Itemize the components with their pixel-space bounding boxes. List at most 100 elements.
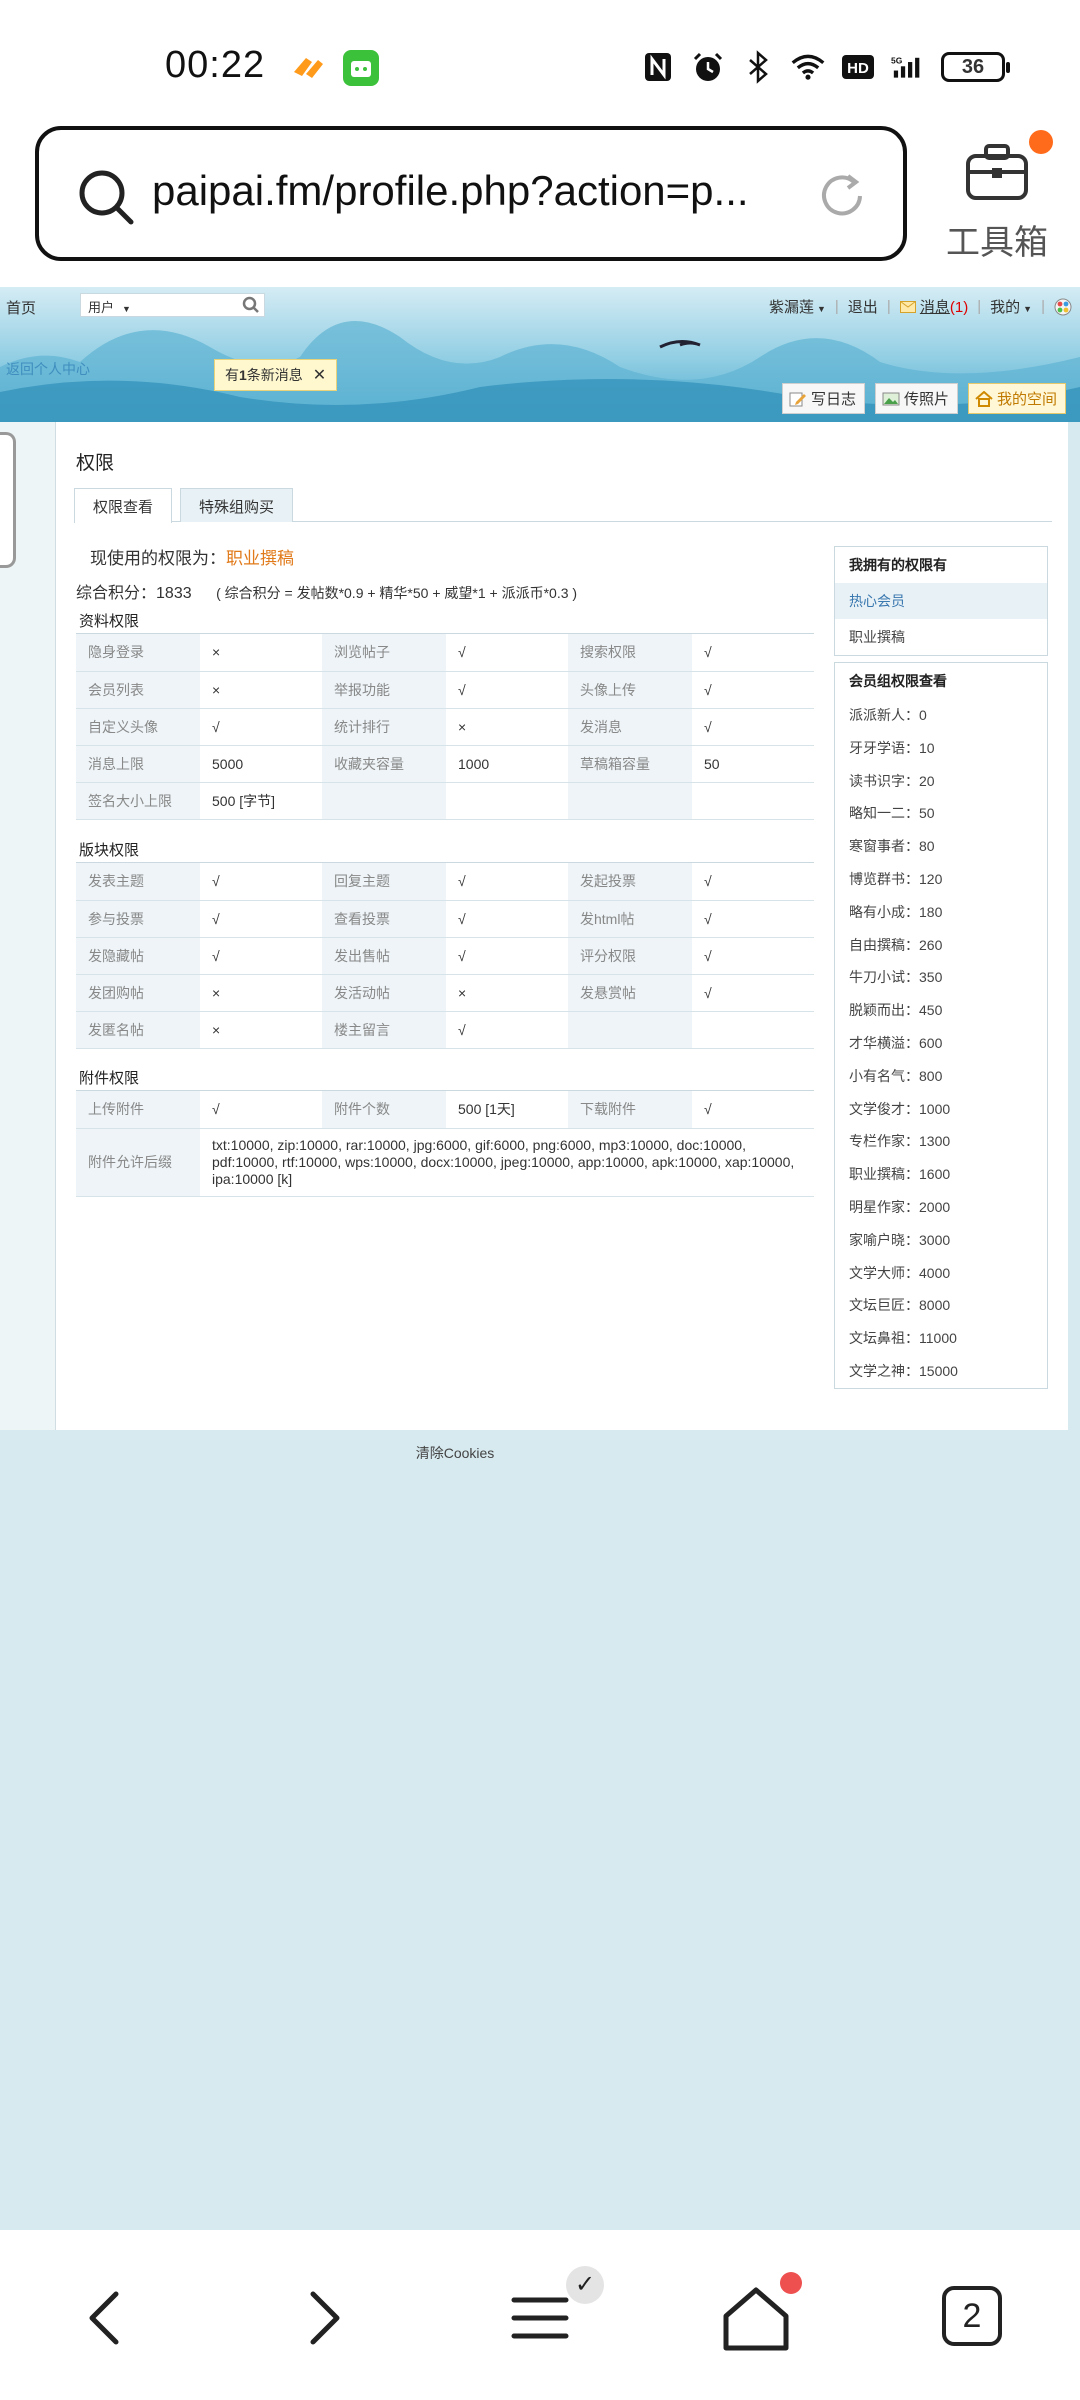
perm-key: 头像上传 bbox=[568, 671, 692, 709]
back-icon[interactable] bbox=[66, 2278, 146, 2358]
new-message-notice[interactable]: 有1条新消息 ✕ bbox=[214, 359, 338, 391]
nav-home-link[interactable]: 首页 bbox=[6, 297, 36, 318]
messages-link[interactable]: 消息(1) bbox=[899, 296, 968, 317]
perm-value: √ bbox=[200, 900, 322, 938]
address-bar[interactable]: paipai.fm/profile.php?action=p... bbox=[35, 126, 907, 261]
username: 紫漏莲 bbox=[768, 299, 814, 316]
reload-icon[interactable] bbox=[814, 168, 870, 224]
perm-key bbox=[568, 1011, 692, 1049]
chevron-down-icon: ▼ bbox=[1023, 304, 1033, 314]
search-type-select[interactable]: 用户 ▼ bbox=[80, 293, 265, 317]
perm-value: √ bbox=[692, 1091, 814, 1129]
perm-key: 回复主题 bbox=[322, 863, 446, 901]
group-item[interactable]: 自由撰稿：260 bbox=[835, 929, 1047, 962]
group-item[interactable]: 略有小成：180 bbox=[835, 896, 1047, 929]
owned-permission-item[interactable]: 热心会员 bbox=[835, 583, 1047, 619]
group-item[interactable]: 读书识字：20 bbox=[835, 765, 1047, 798]
owned-permission-item[interactable]: 职业撰稿 bbox=[835, 619, 1047, 655]
group-item[interactable]: 职业撰稿：1600 bbox=[835, 1158, 1047, 1191]
perm-key: 附件个数 bbox=[322, 1091, 446, 1129]
group-item[interactable]: 略知一二：50 bbox=[835, 797, 1047, 830]
clear-cookies-link[interactable]: 清除Cookies bbox=[0, 1443, 910, 1463]
owned-permissions-box: 我拥有的权限有 热心会员 职业撰稿 bbox=[834, 546, 1048, 656]
perm-key: 草稿箱容量 bbox=[568, 745, 692, 783]
notice-prefix: 有 bbox=[225, 367, 239, 383]
perm-value bbox=[446, 782, 568, 820]
tab-special-group[interactable]: 特殊组购买 bbox=[180, 488, 294, 522]
tab-count-button[interactable]: 2 bbox=[942, 2286, 1002, 2346]
close-icon[interactable]: ✕ bbox=[313, 367, 326, 384]
toolbox-label: 工具箱 bbox=[946, 224, 1048, 262]
table-row: 签名大小上限 500 [字节] bbox=[76, 782, 814, 820]
tab-bar: 权限查看 特殊组购买 bbox=[74, 488, 1052, 523]
left-panel-edge bbox=[0, 422, 56, 1430]
perm-key: 下载附件 bbox=[568, 1091, 692, 1129]
group-item[interactable]: 家喻户晓：3000 bbox=[835, 1224, 1047, 1257]
table-row: 隐身登录 × 浏览帖子 √ 搜索权限 √ bbox=[76, 634, 814, 672]
group-item[interactable]: 牛刀小试：350 bbox=[835, 961, 1047, 994]
my-space-label: 我的空间 bbox=[996, 391, 1057, 408]
table-row: 发匿名帖 × 楼主留言 √ bbox=[76, 1011, 814, 1049]
my-space-button[interactable]: 我的空间 bbox=[967, 383, 1066, 414]
browser-bottom-bar: ✓ 2 bbox=[0, 2230, 1080, 2400]
signal-5g-icon: 5G bbox=[891, 50, 925, 84]
group-item[interactable]: 明星作家：2000 bbox=[835, 1191, 1047, 1224]
chevron-down-icon: ▼ bbox=[816, 304, 826, 314]
group-item[interactable]: 文学之神：15000 bbox=[835, 1355, 1047, 1388]
perm-value: × bbox=[200, 671, 322, 709]
section-forum-permissions: 版块权限 发表主题 √ 回复主题 √ 发起投票 √ 参与投票 √ 查看投票 √ 发html… bbox=[76, 837, 814, 1049]
table-row: 自定义头像 √ 统计排行 × 发消息 √ bbox=[76, 708, 814, 746]
perm-key: 隐身登录 bbox=[76, 634, 200, 672]
perm-key: 消息上限 bbox=[76, 745, 200, 783]
perm-key: 签名大小上限 bbox=[76, 782, 200, 820]
section-title: 版块权限 bbox=[76, 837, 814, 863]
perm-key: 参与投票 bbox=[76, 900, 200, 938]
group-item[interactable]: 文学大师：4000 bbox=[835, 1257, 1047, 1290]
hd-icon: HD bbox=[841, 50, 875, 84]
group-item[interactable]: 派派新人：0 bbox=[835, 699, 1047, 732]
perm-value bbox=[692, 1011, 814, 1049]
house-icon bbox=[975, 390, 993, 407]
palette-icon[interactable] bbox=[1054, 298, 1072, 316]
toolbox-icon bbox=[966, 144, 1028, 200]
group-item[interactable]: 脱颖而出：450 bbox=[835, 994, 1047, 1027]
mine-menu[interactable]: 我的 ▼ bbox=[990, 296, 1032, 317]
url-text[interactable]: paipai.fm/profile.php?action=p... bbox=[152, 167, 749, 215]
group-item[interactable]: 小有名气：800 bbox=[835, 1060, 1047, 1093]
perm-value: 50 bbox=[692, 745, 814, 783]
tab-view-permissions[interactable]: 权限查看 bbox=[74, 488, 173, 523]
back-to-center-link[interactable]: 返回个人中心 bbox=[6, 359, 90, 379]
perm-key bbox=[322, 782, 446, 820]
group-item[interactable]: 才华横溢：600 bbox=[835, 1027, 1047, 1060]
upload-photo-button[interactable]: 传照片 bbox=[874, 383, 958, 414]
toolbox-button[interactable]: 工具箱 bbox=[942, 130, 1053, 262]
logout-link[interactable]: 退出 bbox=[848, 296, 878, 317]
forward-icon[interactable] bbox=[283, 2278, 363, 2358]
perm-key: 发表主题 bbox=[76, 863, 200, 901]
username-menu[interactable]: 紫漏莲 ▼ bbox=[769, 296, 826, 317]
group-item[interactable]: 文坛鼻祖：11000 bbox=[835, 1322, 1047, 1355]
side-drawer-handle[interactable] bbox=[0, 432, 16, 568]
group-item[interactable]: 博览群书：120 bbox=[835, 863, 1047, 896]
current-permission: 现使用的权限为：职业撰稿 bbox=[90, 544, 294, 569]
top-navigation: 首页 用户 ▼ 紫漏莲 ▼ | 退出 | 消息(1) | 我的 ▼ | bbox=[0, 287, 1080, 327]
group-item[interactable]: 寒窗事者：80 bbox=[835, 830, 1047, 863]
group-item[interactable]: 文坛巨匠：8000 bbox=[835, 1289, 1047, 1322]
write-log-button[interactable]: 写日志 bbox=[781, 383, 865, 414]
perm-value: × bbox=[446, 974, 568, 1012]
perm-value: √ bbox=[692, 671, 814, 709]
perm-key bbox=[568, 782, 692, 820]
search-icon[interactable] bbox=[242, 296, 260, 314]
group-item[interactable]: 牙牙学语：10 bbox=[835, 732, 1047, 765]
section-profile-permissions: 资料权限 隐身登录 × 浏览帖子 √ 搜索权限 √ 会员列表 × 举报功能 √ 头像上传 √… bbox=[76, 608, 814, 820]
perm-value: × bbox=[446, 708, 568, 746]
group-item[interactable]: 专栏作家：1300 bbox=[835, 1125, 1047, 1158]
perm-key: 发悬赏帖 bbox=[568, 974, 692, 1012]
group-item[interactable]: 文学俊才：1000 bbox=[835, 1093, 1047, 1126]
table-row: 会员列表 × 举报功能 √ 头像上传 √ bbox=[76, 671, 814, 709]
perm-value: √ bbox=[446, 937, 568, 975]
perm-key: 发活动帖 bbox=[322, 974, 446, 1012]
right-panel-edge bbox=[1068, 422, 1080, 1430]
status-time: 00:22 bbox=[165, 44, 266, 86]
table-row: 参与投票 √ 查看投票 √ 发html帖 √ bbox=[76, 900, 814, 938]
